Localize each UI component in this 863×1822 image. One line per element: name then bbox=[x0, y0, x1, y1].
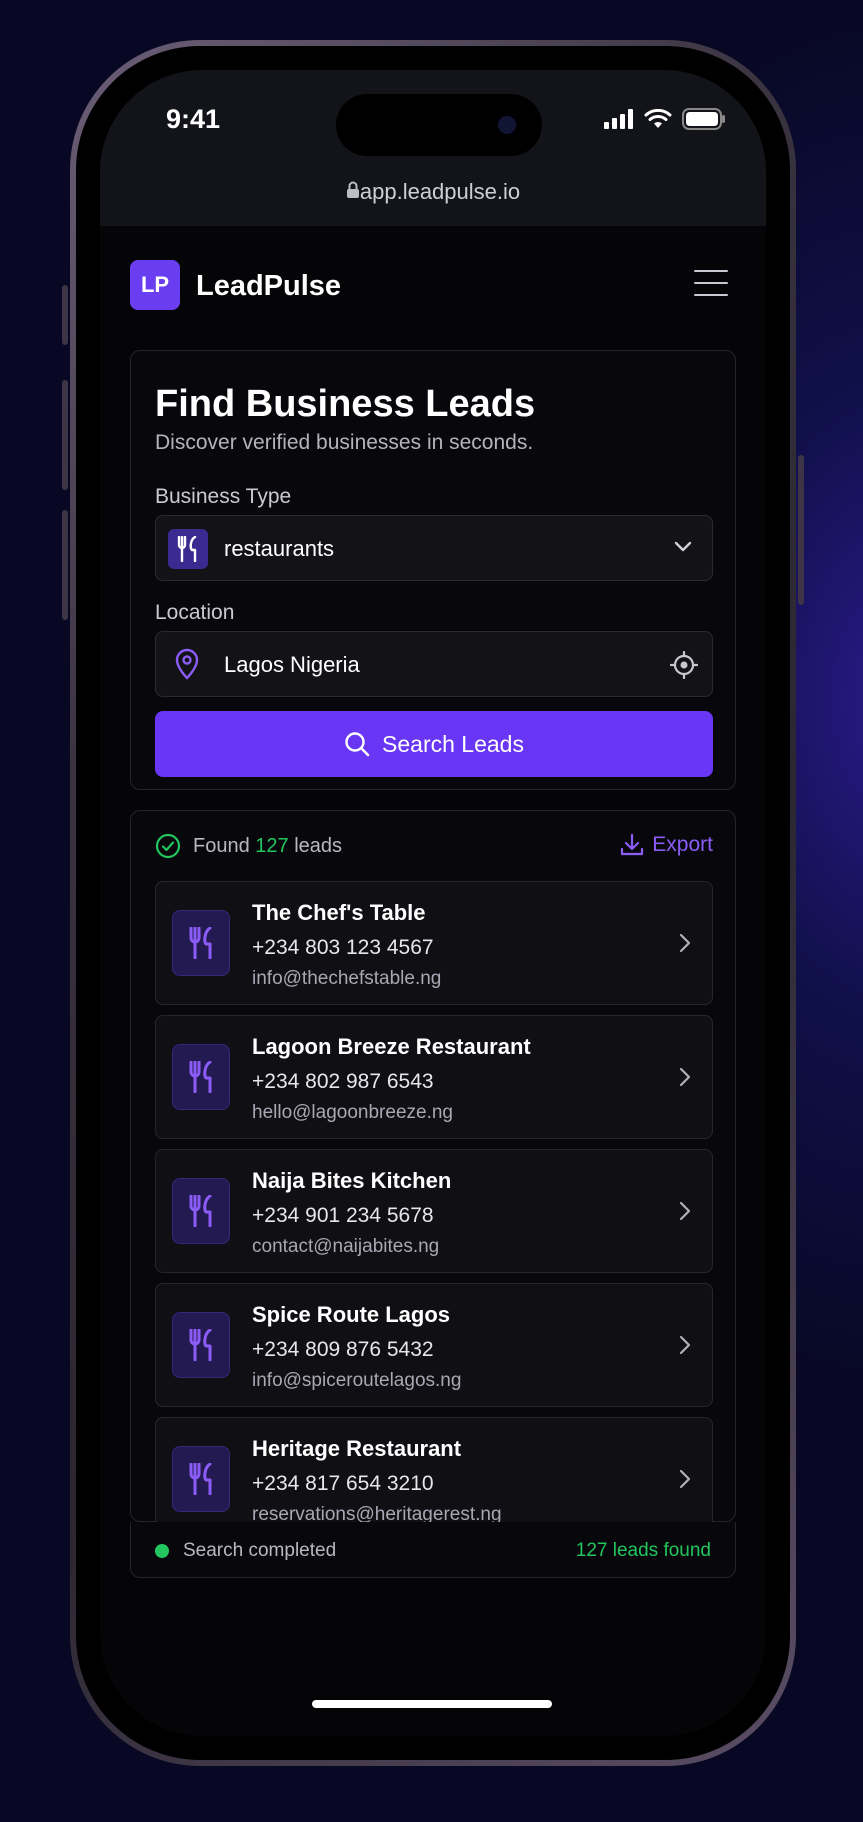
export-button[interactable]: Export bbox=[620, 833, 713, 857]
utensils-icon bbox=[172, 1312, 230, 1378]
utensils-icon bbox=[172, 1044, 230, 1110]
check-circle-icon bbox=[155, 833, 181, 859]
url-bar-text: app.leadpulse.io bbox=[100, 170, 766, 214]
phone-frame: 9:41 app.leadpulse.io LP LeadPulse Find … bbox=[62, 40, 804, 1766]
footer-count-suffix: leads found bbox=[612, 1540, 711, 1561]
utensils-icon bbox=[168, 529, 208, 569]
map-pin-icon bbox=[175, 648, 199, 680]
utensils-icon bbox=[172, 1178, 230, 1244]
found-suffix: leads bbox=[294, 835, 343, 857]
lead-email: info@spiceroutelagos.ng bbox=[252, 1370, 462, 1391]
location-input[interactable]: Lagos Nigeria bbox=[155, 631, 713, 697]
locate-icon[interactable] bbox=[670, 651, 698, 679]
camera bbox=[498, 116, 516, 134]
business-type-label: Business Type bbox=[155, 485, 292, 508]
lead-name: Lagoon Breeze Restaurant bbox=[252, 1034, 531, 1059]
chevron-right-icon bbox=[679, 1201, 691, 1221]
lead-email: info@thechefstable.ng bbox=[252, 968, 442, 989]
lead-email: hello@lagoonbreeze.ng bbox=[252, 1102, 453, 1123]
lead-name: Spice Route Lagos bbox=[252, 1302, 451, 1327]
lead-item[interactable]: The Chef's Table +234 803 123 4567 info@… bbox=[155, 881, 713, 1005]
side-button-power bbox=[798, 455, 804, 605]
chevron-down-icon bbox=[674, 541, 692, 552]
leads-found-count: 127 leads found bbox=[576, 1540, 711, 1562]
location-value: Lagos Nigeria bbox=[224, 652, 360, 677]
results-header: Found 127 leads Export bbox=[155, 833, 713, 863]
lead-name: The Chef's Table bbox=[252, 900, 426, 925]
location-label: Location bbox=[155, 601, 235, 624]
lock-icon bbox=[346, 181, 359, 198]
utensils-icon bbox=[172, 910, 230, 976]
export-label: Export bbox=[652, 833, 713, 856]
url-text: app.leadpulse.io bbox=[359, 179, 521, 204]
results-card: Found 127 leads Export The Chef's Table … bbox=[130, 810, 736, 1541]
side-button-mute bbox=[62, 285, 68, 345]
footer-count: 127 bbox=[575, 1540, 608, 1561]
lead-phone: +234 802 987 6543 bbox=[252, 1070, 434, 1093]
chevron-right-icon bbox=[679, 933, 691, 953]
lead-name: Naija Bites Kitchen bbox=[252, 1168, 452, 1193]
home-indicator[interactable] bbox=[312, 1700, 552, 1708]
brand-name: LeadPulse bbox=[196, 270, 342, 302]
logo[interactable]: LP bbox=[130, 260, 180, 310]
lead-phone: +234 901 234 5678 bbox=[252, 1204, 434, 1227]
page-subtitle: Discover verified businesses in seconds. bbox=[155, 431, 534, 454]
side-button-volume-down bbox=[62, 510, 68, 620]
phone-bezel: 9:41 app.leadpulse.io LP LeadPulse Find … bbox=[76, 46, 790, 1760]
lead-phone: +234 809 876 5432 bbox=[252, 1338, 434, 1361]
status-time: 9:41 bbox=[166, 104, 221, 134]
wifi-icon bbox=[644, 109, 672, 128]
page-title: Find Business Leads bbox=[155, 383, 536, 425]
chevron-right-icon bbox=[679, 1067, 691, 1087]
dynamic-island bbox=[336, 94, 542, 156]
lead-item[interactable]: Naija Bites Kitchen +234 901 234 5678 co… bbox=[155, 1149, 713, 1273]
business-type-select[interactable]: restaurants bbox=[155, 515, 713, 581]
status-icons bbox=[604, 108, 726, 130]
lead-item[interactable]: Lagoon Breeze Restaurant +234 802 987 65… bbox=[155, 1015, 713, 1139]
download-icon bbox=[621, 833, 644, 856]
lead-email: contact@naijabites.ng bbox=[252, 1236, 440, 1257]
search-status: Search completed bbox=[183, 1540, 337, 1561]
status-dot bbox=[155, 1544, 169, 1558]
chevron-right-icon bbox=[679, 1469, 691, 1489]
search-button-label: Search Leads bbox=[382, 730, 524, 757]
signal-icon bbox=[604, 109, 633, 129]
app-header: LP LeadPulse bbox=[130, 260, 730, 312]
battery-icon bbox=[682, 108, 725, 130]
search-card: Find Business Leads Discover verified bu… bbox=[130, 350, 736, 790]
found-prefix: Found bbox=[193, 835, 250, 857]
business-type-value: restaurants bbox=[224, 536, 335, 561]
utensils-icon bbox=[172, 1446, 230, 1512]
lead-item[interactable]: Spice Route Lagos +234 809 876 5432 info… bbox=[155, 1283, 713, 1407]
side-button-volume-up bbox=[62, 380, 68, 490]
search-icon bbox=[345, 732, 370, 757]
lead-phone: +234 803 123 4567 bbox=[252, 936, 434, 959]
found-count-text: Found 127 leads bbox=[193, 835, 342, 858]
chevron-right-icon bbox=[679, 1335, 691, 1355]
menu-icon[interactable] bbox=[694, 270, 728, 300]
screen: 9:41 app.leadpulse.io LP LeadPulse Find … bbox=[100, 70, 766, 1736]
status-bar: 9:41 bbox=[100, 70, 766, 182]
found-count: 127 bbox=[255, 835, 289, 857]
lead-phone: +234 817 654 3210 bbox=[252, 1472, 434, 1495]
search-leads-button[interactable]: Search Leads bbox=[155, 711, 713, 777]
results-footer: Search completed 127 leads found bbox=[130, 1522, 736, 1578]
lead-name: Heritage Restaurant bbox=[252, 1436, 462, 1461]
